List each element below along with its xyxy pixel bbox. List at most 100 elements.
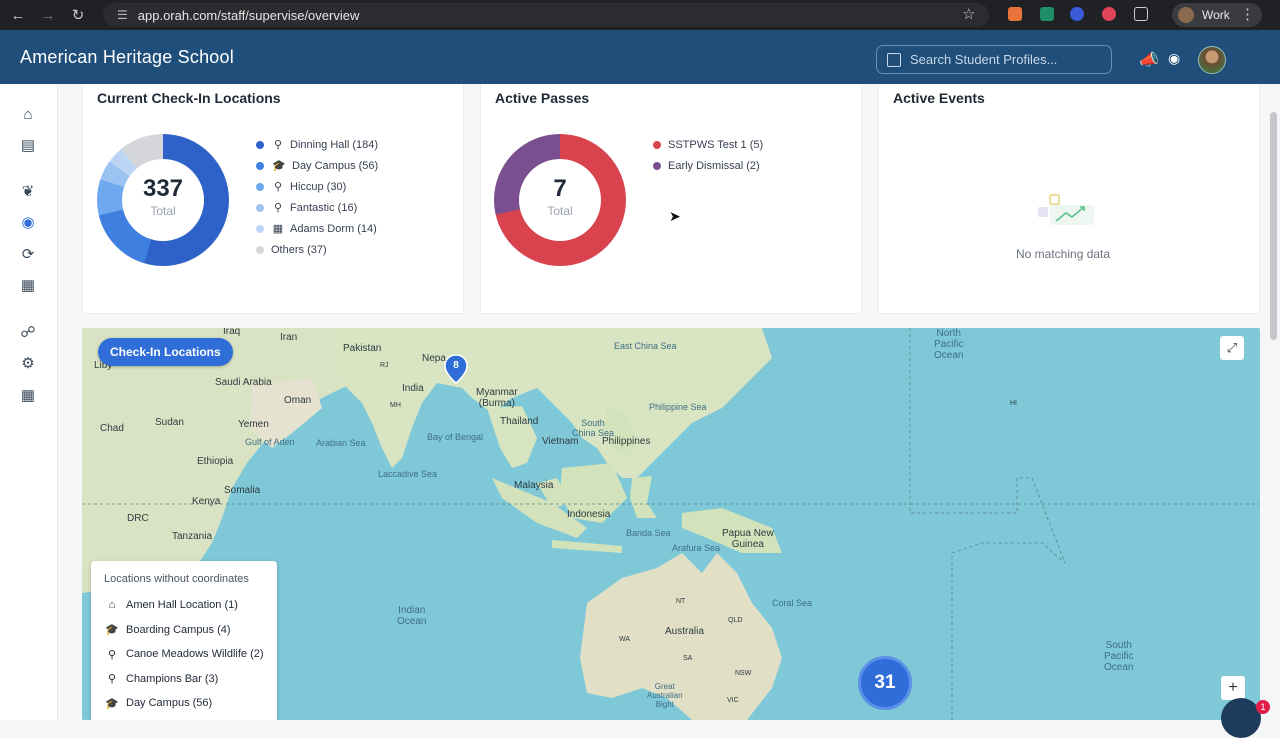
map-pin-icon: ⚲ <box>273 181 283 193</box>
extension-icon-1[interactable] <box>1008 7 1022 21</box>
map-cluster-marker[interactable]: 31 <box>858 656 912 710</box>
sea-label-great-bight: Great Australian Bight <box>647 682 683 709</box>
legend-dot <box>256 224 264 233</box>
legend-dot <box>653 140 661 149</box>
sea-label-indian: Indian Ocean <box>397 605 427 627</box>
map-label-wa: WA <box>619 636 631 643</box>
no-coords-item[interactable]: ⚲ Canoe Meadows Wildlife (2) <box>104 642 265 667</box>
page-scrollbar[interactable] <box>1270 112 1277 340</box>
folder-search-icon <box>887 52 901 67</box>
forward-arrow-icon[interactable]: → <box>36 3 60 27</box>
profile-avatar <box>1178 7 1194 23</box>
legend-dot <box>256 245 264 254</box>
document-icon[interactable]: ▤ <box>19 136 37 154</box>
map-label-ethiopia: Ethiopia <box>197 456 234 467</box>
student-search-input[interactable]: Search Student Profiles... <box>876 45 1112 74</box>
checkin-total-label: Total <box>150 204 176 218</box>
help-chat-bubble[interactable] <box>1221 698 1261 738</box>
no-coords-item-label: Day Campus (56) <box>126 697 213 710</box>
legend-item-adams-dorm[interactable]: ▦ Adams Dorm (14) <box>256 218 378 239</box>
legend-label: Early Dismissal (2) <box>668 159 760 172</box>
share-nodes-icon[interactable]: ☍ <box>19 323 37 341</box>
building-icon: ▦ <box>272 223 284 235</box>
map-location-pin[interactable]: 8 <box>443 354 469 384</box>
legend-dot <box>256 182 264 191</box>
apps-grid-icon[interactable]: ▦ <box>19 386 37 404</box>
map-label-india: India <box>402 383 424 394</box>
map-label-hi: HI <box>1010 400 1017 407</box>
sea-label-north-pacific: North Pacific Ocean <box>934 328 964 361</box>
legend-item-others[interactable]: Others (37) <box>256 239 378 260</box>
map-label-tanzania: Tanzania <box>172 531 213 542</box>
bookmark-star-icon[interactable]: ☆ <box>962 5 975 23</box>
passes-card-title: Active Passes <box>495 90 590 106</box>
legend-item-sstpws[interactable]: SSTPWS Test 1 (5) <box>653 134 763 155</box>
profile-label: Work <box>1202 8 1230 22</box>
legend-label: Fantastic (16) <box>290 201 358 214</box>
map-label-thailand: Thailand <box>500 416 539 427</box>
map-label-iran: Iran <box>280 332 298 343</box>
browser-menu-icon[interactable]: ⋮ <box>1240 5 1255 23</box>
map-label-saudi: Saudi Arabia <box>215 377 272 388</box>
map-label-somalia: Somalia <box>224 485 261 496</box>
sprout-icon[interactable]: ❦ <box>19 182 37 200</box>
map-label-malaysia: Malaysia <box>514 480 554 491</box>
events-card-title: Active Events <box>893 90 985 106</box>
address-bar[interactable]: ☰ app.orah.com/staff/supervise/overview <box>103 3 989 27</box>
zoom-in-button[interactable]: + <box>1221 676 1245 700</box>
sea-label-philippine: Philippine Sea <box>649 402 707 412</box>
app-header: American Heritage School Search Student … <box>0 30 1280 84</box>
back-arrow-icon[interactable]: ← <box>6 3 30 27</box>
checkin-locations-pill[interactable]: Check-In Locations <box>98 338 233 366</box>
map-label-sa: SA <box>683 655 693 662</box>
legend-item-day-campus[interactable]: 🎓 Day Campus (56) <box>256 155 378 176</box>
fullscreen-expand-icon[interactable]: ⤢ <box>1220 336 1244 360</box>
settings-gear-icon[interactable]: ⚙ <box>19 354 37 372</box>
map-label-kenya: Kenya <box>192 496 221 507</box>
sea-label-banda: Banda Sea <box>626 528 671 538</box>
sea-label-gulf-aden: Gulf of Aden <box>245 437 295 447</box>
map-label-oman: Oman <box>284 395 312 406</box>
pulse-icon[interactable]: ⟳ <box>19 245 37 263</box>
map-label-nsw: NSW <box>735 670 752 677</box>
no-coords-item-label: Canoe Meadows Wildlife (2) <box>126 648 264 661</box>
map-label-nt: NT <box>676 598 686 605</box>
home-icon[interactable]: ⌂ <box>19 105 37 123</box>
extension-icon-4[interactable] <box>1102 7 1116 21</box>
empty-chart-illustration-icon <box>1038 194 1094 225</box>
extension-icon-2[interactable] <box>1040 7 1054 21</box>
checkin-donut-chart: 337 Total <box>97 134 229 266</box>
sea-label-bengal: Bay of Bengal <box>427 432 484 442</box>
user-avatar[interactable] <box>1198 46 1226 74</box>
active-passes-card: Active Passes 7 Total SSTPWS Test 1 (5) … <box>480 84 862 314</box>
no-coords-item[interactable]: 🎓 Boarding Campus (4) <box>104 618 265 643</box>
legend-item-dinning-hall[interactable]: ⚲ Dinning Hall (184) <box>256 134 378 155</box>
map-label-mh: MH <box>390 402 401 409</box>
sea-label-east-china: East China Sea <box>614 341 677 351</box>
no-coords-item[interactable]: ⚲ Champions Bar (3) <box>104 667 265 692</box>
record-icon[interactable]: ◉ <box>1168 50 1180 67</box>
no-coords-item[interactable]: 🎓 Day Campus (56) <box>104 691 265 716</box>
map-label-pakistan: Pakistan <box>343 343 382 354</box>
no-coords-item[interactable]: ⌂ Amen Hall Location (1) <box>104 593 265 618</box>
location-pin-icon[interactable]: ◉ <box>19 213 37 231</box>
map-label-sudan: Sudan <box>155 417 184 428</box>
checkin-map[interactable]: Iraq Iran Pakistan Nepa Liby Saudi Arabi… <box>82 328 1260 720</box>
legend-label: Adams Dorm (14) <box>290 222 377 235</box>
mouse-cursor-icon: ➤ <box>669 208 681 224</box>
donut-center: 337 Total <box>122 159 204 241</box>
legend-item-early-dismissal[interactable]: Early Dismissal (2) <box>653 155 763 176</box>
legend-item-fantastic[interactable]: ⚲ Fantastic (16) <box>256 197 378 218</box>
legend-item-hiccup[interactable]: ⚲ Hiccup (30) <box>256 176 378 197</box>
site-settings-icon[interactable]: ☰ <box>117 8 128 22</box>
checkin-card-title: Current Check-In Locations <box>97 90 281 106</box>
extensions-puzzle-icon[interactable] <box>1134 7 1148 21</box>
checkin-locations-card: Current Check-In Locations 337 Total ⚲ Di… <box>82 84 464 314</box>
megaphone-icon[interactable]: 📣 <box>1139 50 1159 70</box>
extension-icon-3[interactable] <box>1070 7 1084 21</box>
donut-center: 7 Total <box>519 159 601 241</box>
reload-icon[interactable]: ↻ <box>66 3 90 27</box>
checkin-legend: ⚲ Dinning Hall (184) 🎓 Day Campus (56) ⚲ Hi… <box>256 134 378 260</box>
calendar-icon[interactable]: ▦ <box>19 276 37 294</box>
sea-label-laccadive: Laccadive Sea <box>378 469 438 479</box>
